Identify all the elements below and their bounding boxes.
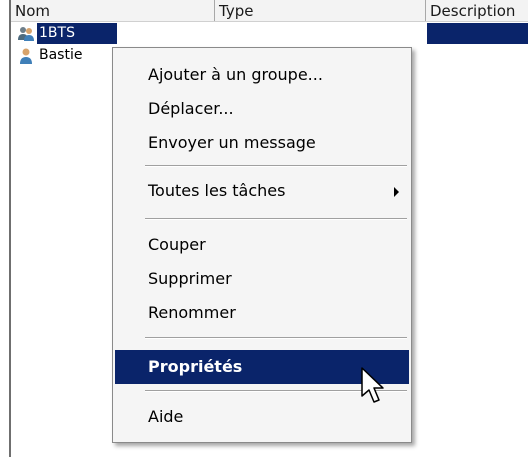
menu-item-toutes-taches[interactable]: Toutes les tâches	[115, 174, 409, 208]
list-item-1bts[interactable]: 1BTS	[11, 23, 528, 44]
column-header-description[interactable]: Description	[426, 0, 528, 21]
menu-separator	[145, 165, 407, 167]
menu-item-renommer[interactable]: Renommer	[115, 296, 409, 330]
menu-item-label: Toutes les tâches	[148, 181, 286, 200]
list-item-label: 1BTS	[37, 23, 117, 44]
column-header-nom[interactable]: Nom	[11, 0, 215, 21]
mouse-pointer-icon	[361, 367, 384, 403]
menu-separator	[145, 218, 407, 220]
column-header-type[interactable]: Type	[215, 0, 426, 21]
user-icon	[20, 48, 32, 64]
list-header: Nom Type Description	[11, 0, 528, 22]
submenu-arrow-icon	[394, 187, 399, 197]
menu-separator	[145, 337, 407, 339]
list-item-label: Bastie	[39, 47, 83, 63]
menu-item-ajouter-groupe[interactable]: Ajouter à un groupe...	[115, 58, 409, 92]
menu-item-couper[interactable]: Couper	[115, 228, 409, 262]
menu-item-deplacer[interactable]: Déplacer...	[115, 92, 409, 126]
row-selection-highlight	[427, 23, 528, 44]
menu-item-supprimer[interactable]: Supprimer	[115, 262, 409, 296]
menu-item-envoyer-message[interactable]: Envoyer un message	[115, 126, 409, 160]
group-icon	[18, 27, 34, 41]
